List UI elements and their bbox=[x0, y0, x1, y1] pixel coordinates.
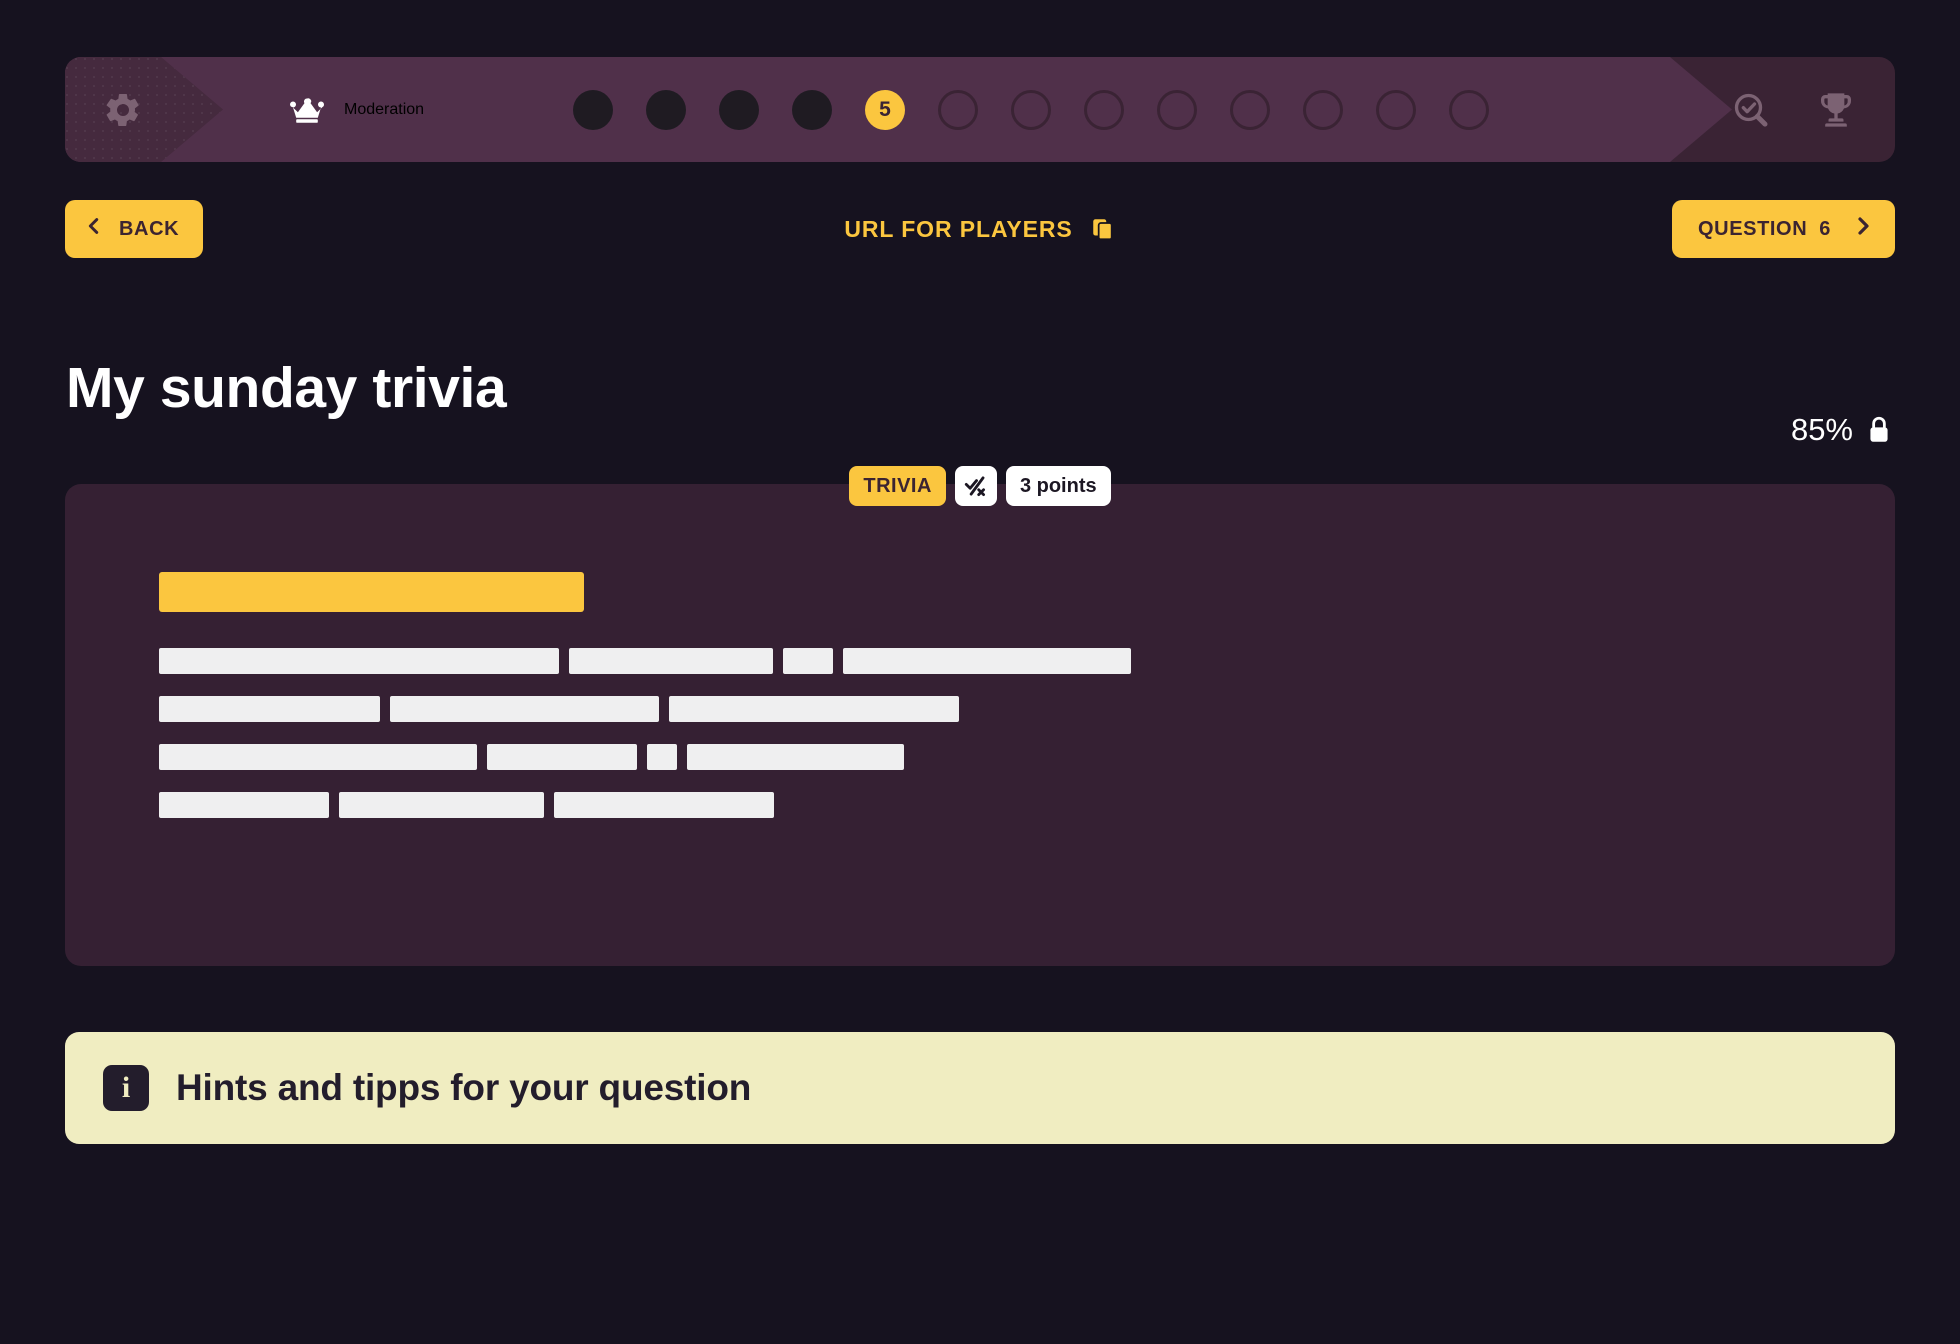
action-row: BACK URL FOR PLAYERS QUESTION 6 bbox=[65, 200, 1895, 258]
progress-dot-13[interactable] bbox=[1449, 89, 1489, 130]
progress-dot-8[interactable] bbox=[1084, 89, 1124, 130]
skeleton-bar bbox=[843, 648, 1131, 674]
top-navigation-bar: Moderation 5 bbox=[65, 57, 1895, 162]
progress-dot-11[interactable] bbox=[1303, 89, 1343, 130]
trophy-icon[interactable] bbox=[1815, 90, 1857, 130]
app-root: Moderation 5 BACK URL FOR PLAYERS QUESTI… bbox=[0, 0, 1960, 1344]
progress-dot-2[interactable] bbox=[646, 89, 686, 130]
progress-dot-9[interactable] bbox=[1157, 89, 1197, 130]
progress-percent: 85% bbox=[1790, 412, 1853, 447]
skeleton-bar bbox=[339, 792, 544, 818]
search-check-icon[interactable] bbox=[1731, 90, 1771, 130]
url-for-players-button[interactable]: URL FOR PLAYERS bbox=[65, 200, 1895, 258]
question-card bbox=[65, 484, 1895, 966]
next-question-label: QUESTION bbox=[1698, 217, 1808, 240]
progress-dot-5[interactable]: 5 bbox=[865, 89, 905, 130]
gear-icon[interactable] bbox=[103, 90, 143, 130]
skeleton-bar bbox=[569, 648, 773, 674]
check-cross-icon bbox=[954, 466, 997, 506]
progress-dot-10[interactable] bbox=[1230, 89, 1270, 130]
progress-dot-12[interactable] bbox=[1376, 89, 1416, 130]
skeleton-highlight-bar bbox=[159, 572, 584, 612]
skeleton-bar bbox=[390, 696, 659, 722]
skeleton-text-block bbox=[159, 648, 1855, 840]
hints-label: Hints and tipps for your question bbox=[176, 1067, 752, 1108]
next-question-button[interactable]: QUESTION 6 bbox=[1672, 200, 1895, 258]
skeleton-bar bbox=[159, 648, 559, 674]
nav-right-icons bbox=[1731, 57, 1857, 162]
badge-points: 3 points bbox=[1005, 466, 1111, 506]
skeleton-bar bbox=[669, 696, 959, 722]
progress-dot-4[interactable] bbox=[792, 89, 832, 130]
skeleton-bar bbox=[687, 744, 904, 770]
skeleton-row bbox=[159, 744, 1855, 770]
hints-banner[interactable]: i Hints and tipps for your question bbox=[65, 1032, 1895, 1144]
progress-dot-1[interactable] bbox=[573, 89, 613, 130]
brand-label: Moderation bbox=[344, 100, 425, 118]
skeleton-bar bbox=[487, 744, 637, 770]
skeleton-row bbox=[159, 648, 1855, 674]
skeleton-row bbox=[159, 696, 1855, 722]
copy-icon[interactable] bbox=[1090, 216, 1116, 242]
progress-dot-6[interactable] bbox=[938, 89, 978, 130]
skeleton-row bbox=[159, 792, 1855, 818]
next-question-number: 6 bbox=[1819, 217, 1831, 240]
progress-dot-7[interactable] bbox=[1011, 89, 1051, 130]
progress-indicator: 85% bbox=[1791, 412, 1892, 448]
skeleton-bar bbox=[554, 792, 774, 818]
skeleton-bar bbox=[159, 696, 380, 722]
question-progress-dots: 5 bbox=[573, 57, 1489, 162]
brand-moderation: Moderation bbox=[287, 57, 424, 162]
crown-icon bbox=[287, 95, 327, 125]
question-badges: TRIVIA 3 points bbox=[0, 466, 1960, 506]
skeleton-bar bbox=[783, 648, 833, 674]
skeleton-bar bbox=[159, 744, 477, 770]
lock-icon bbox=[1866, 415, 1892, 445]
skeleton-bar bbox=[647, 744, 677, 770]
page-title: My sunday trivia bbox=[66, 356, 507, 420]
badge-question-type: TRIVIA bbox=[849, 466, 946, 506]
url-for-players-label: URL FOR PLAYERS bbox=[844, 215, 1073, 242]
chevron-right-icon bbox=[1851, 214, 1875, 244]
progress-dot-3[interactable] bbox=[719, 89, 759, 130]
skeleton-bar bbox=[159, 792, 329, 818]
info-icon: i bbox=[103, 1065, 149, 1111]
